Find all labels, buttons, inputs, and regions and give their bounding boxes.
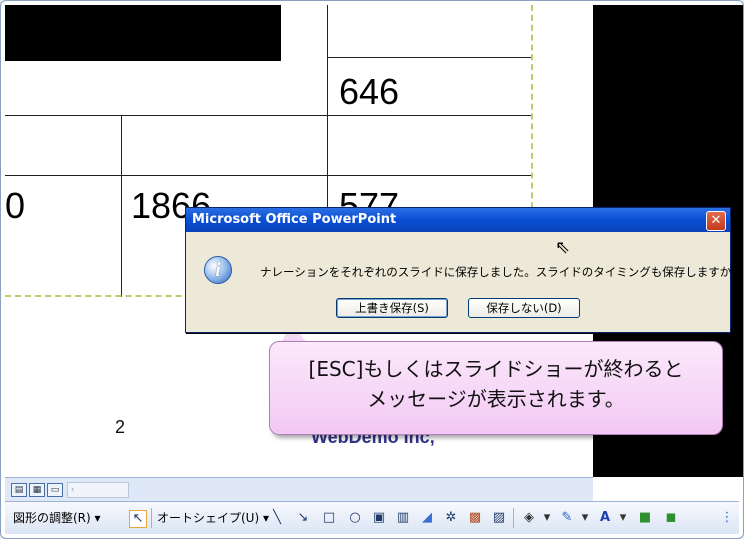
table-line [5, 115, 533, 116]
picture-icon[interactable]: ▨ [491, 510, 507, 526]
dont-save-button[interactable]: 保存しない(D) [468, 298, 580, 318]
font-color-icon[interactable]: A [597, 510, 613, 526]
toolbar-separator [513, 508, 514, 528]
dialog-message: ナレーションをそれぞれのスライドに保存しました。スライドのタイミングも保存します… [260, 265, 738, 279]
callout-line: [ESC]もしくはスライドショーが終わると [308, 357, 684, 381]
shadow-icon[interactable]: ■ [637, 510, 653, 526]
black-cell [5, 5, 281, 61]
table-line [327, 57, 533, 58]
dropdown-arrow-icon[interactable]: ▾ [615, 510, 631, 526]
toolbar-separator [151, 508, 152, 528]
table-line [121, 115, 122, 297]
clipart-icon[interactable]: ▩ [467, 510, 483, 526]
callout-balloon: [ESC]もしくはスライドショーが終わると メッセージが表示されます。 [269, 341, 723, 435]
mouse-cursor-icon: ⇖ [555, 237, 571, 258]
save-timing-dialog: Microsoft Office PowerPoint ✕ i ナレーションをそ… [185, 207, 737, 333]
slideshow-view-icon[interactable]: ▭ [47, 483, 63, 497]
table-line [5, 175, 533, 176]
diagram-icon[interactable]: ✲ [443, 510, 459, 526]
arrow-icon[interactable]: ↘ [295, 510, 311, 526]
callout-text: [ESC]もしくはスライドショーが終わると メッセージが表示されます。 [270, 354, 722, 414]
table-cell-value: 646 [339, 71, 400, 112]
drawing-toolbar: 図形の調整(R) ▾ ↖ オートシェイプ(U) ▾ ╲ ↘ □ ○ ▣ ▥ ◢ … [5, 501, 739, 534]
line-icon[interactable]: ╲ [269, 510, 285, 526]
3d-style-icon[interactable]: ◼ [663, 510, 679, 526]
wordart-icon[interactable]: ◢ [419, 510, 435, 526]
screenshot-frame: 646 0 1866 577 2 WebDemo Inc, [ESC]もしくはス… [0, 0, 744, 539]
toolbar-options-icon[interactable]: ⋮ [719, 510, 735, 526]
horizontal-scrollbar[interactable]: ‹ [67, 482, 129, 498]
dropdown-arrow-icon[interactable]: ▾ [577, 510, 593, 526]
dropdown-arrow-icon[interactable]: ▾ [539, 510, 555, 526]
view-bar: ▤ ▦ ▭ ‹ [5, 477, 593, 502]
dialog-title-bar[interactable]: Microsoft Office PowerPoint ✕ [186, 208, 730, 232]
table-cell-value: 0 [5, 185, 26, 226]
fill-color-icon[interactable]: ◈ [521, 510, 537, 526]
rectangle-icon[interactable]: □ [321, 510, 337, 526]
page-number: 2 [115, 417, 126, 437]
normal-view-icon[interactable]: ▤ [11, 483, 27, 497]
close-icon: ✕ [710, 213, 722, 228]
draw-menu-button[interactable]: 図形の調整(R) ▾ [13, 509, 101, 527]
dialog-title: Microsoft Office PowerPoint [192, 212, 397, 227]
overwrite-save-button[interactable]: 上書き保存(S) [336, 298, 448, 318]
slide-sorter-icon[interactable]: ▦ [29, 483, 45, 497]
autoshape-menu-button[interactable]: オートシェイプ(U) ▾ [157, 509, 269, 527]
textbox-icon[interactable]: ▣ [371, 510, 387, 526]
close-button[interactable]: ✕ [706, 211, 726, 231]
information-icon: i [204, 256, 232, 284]
callout-line: メッセージが表示されます。 [367, 387, 625, 411]
line-color-icon[interactable]: ✎ [559, 510, 575, 526]
oval-icon[interactable]: ○ [347, 510, 363, 526]
vertical-textbox-icon[interactable]: ▥ [395, 510, 411, 526]
select-pointer-icon[interactable]: ↖ [129, 510, 147, 528]
